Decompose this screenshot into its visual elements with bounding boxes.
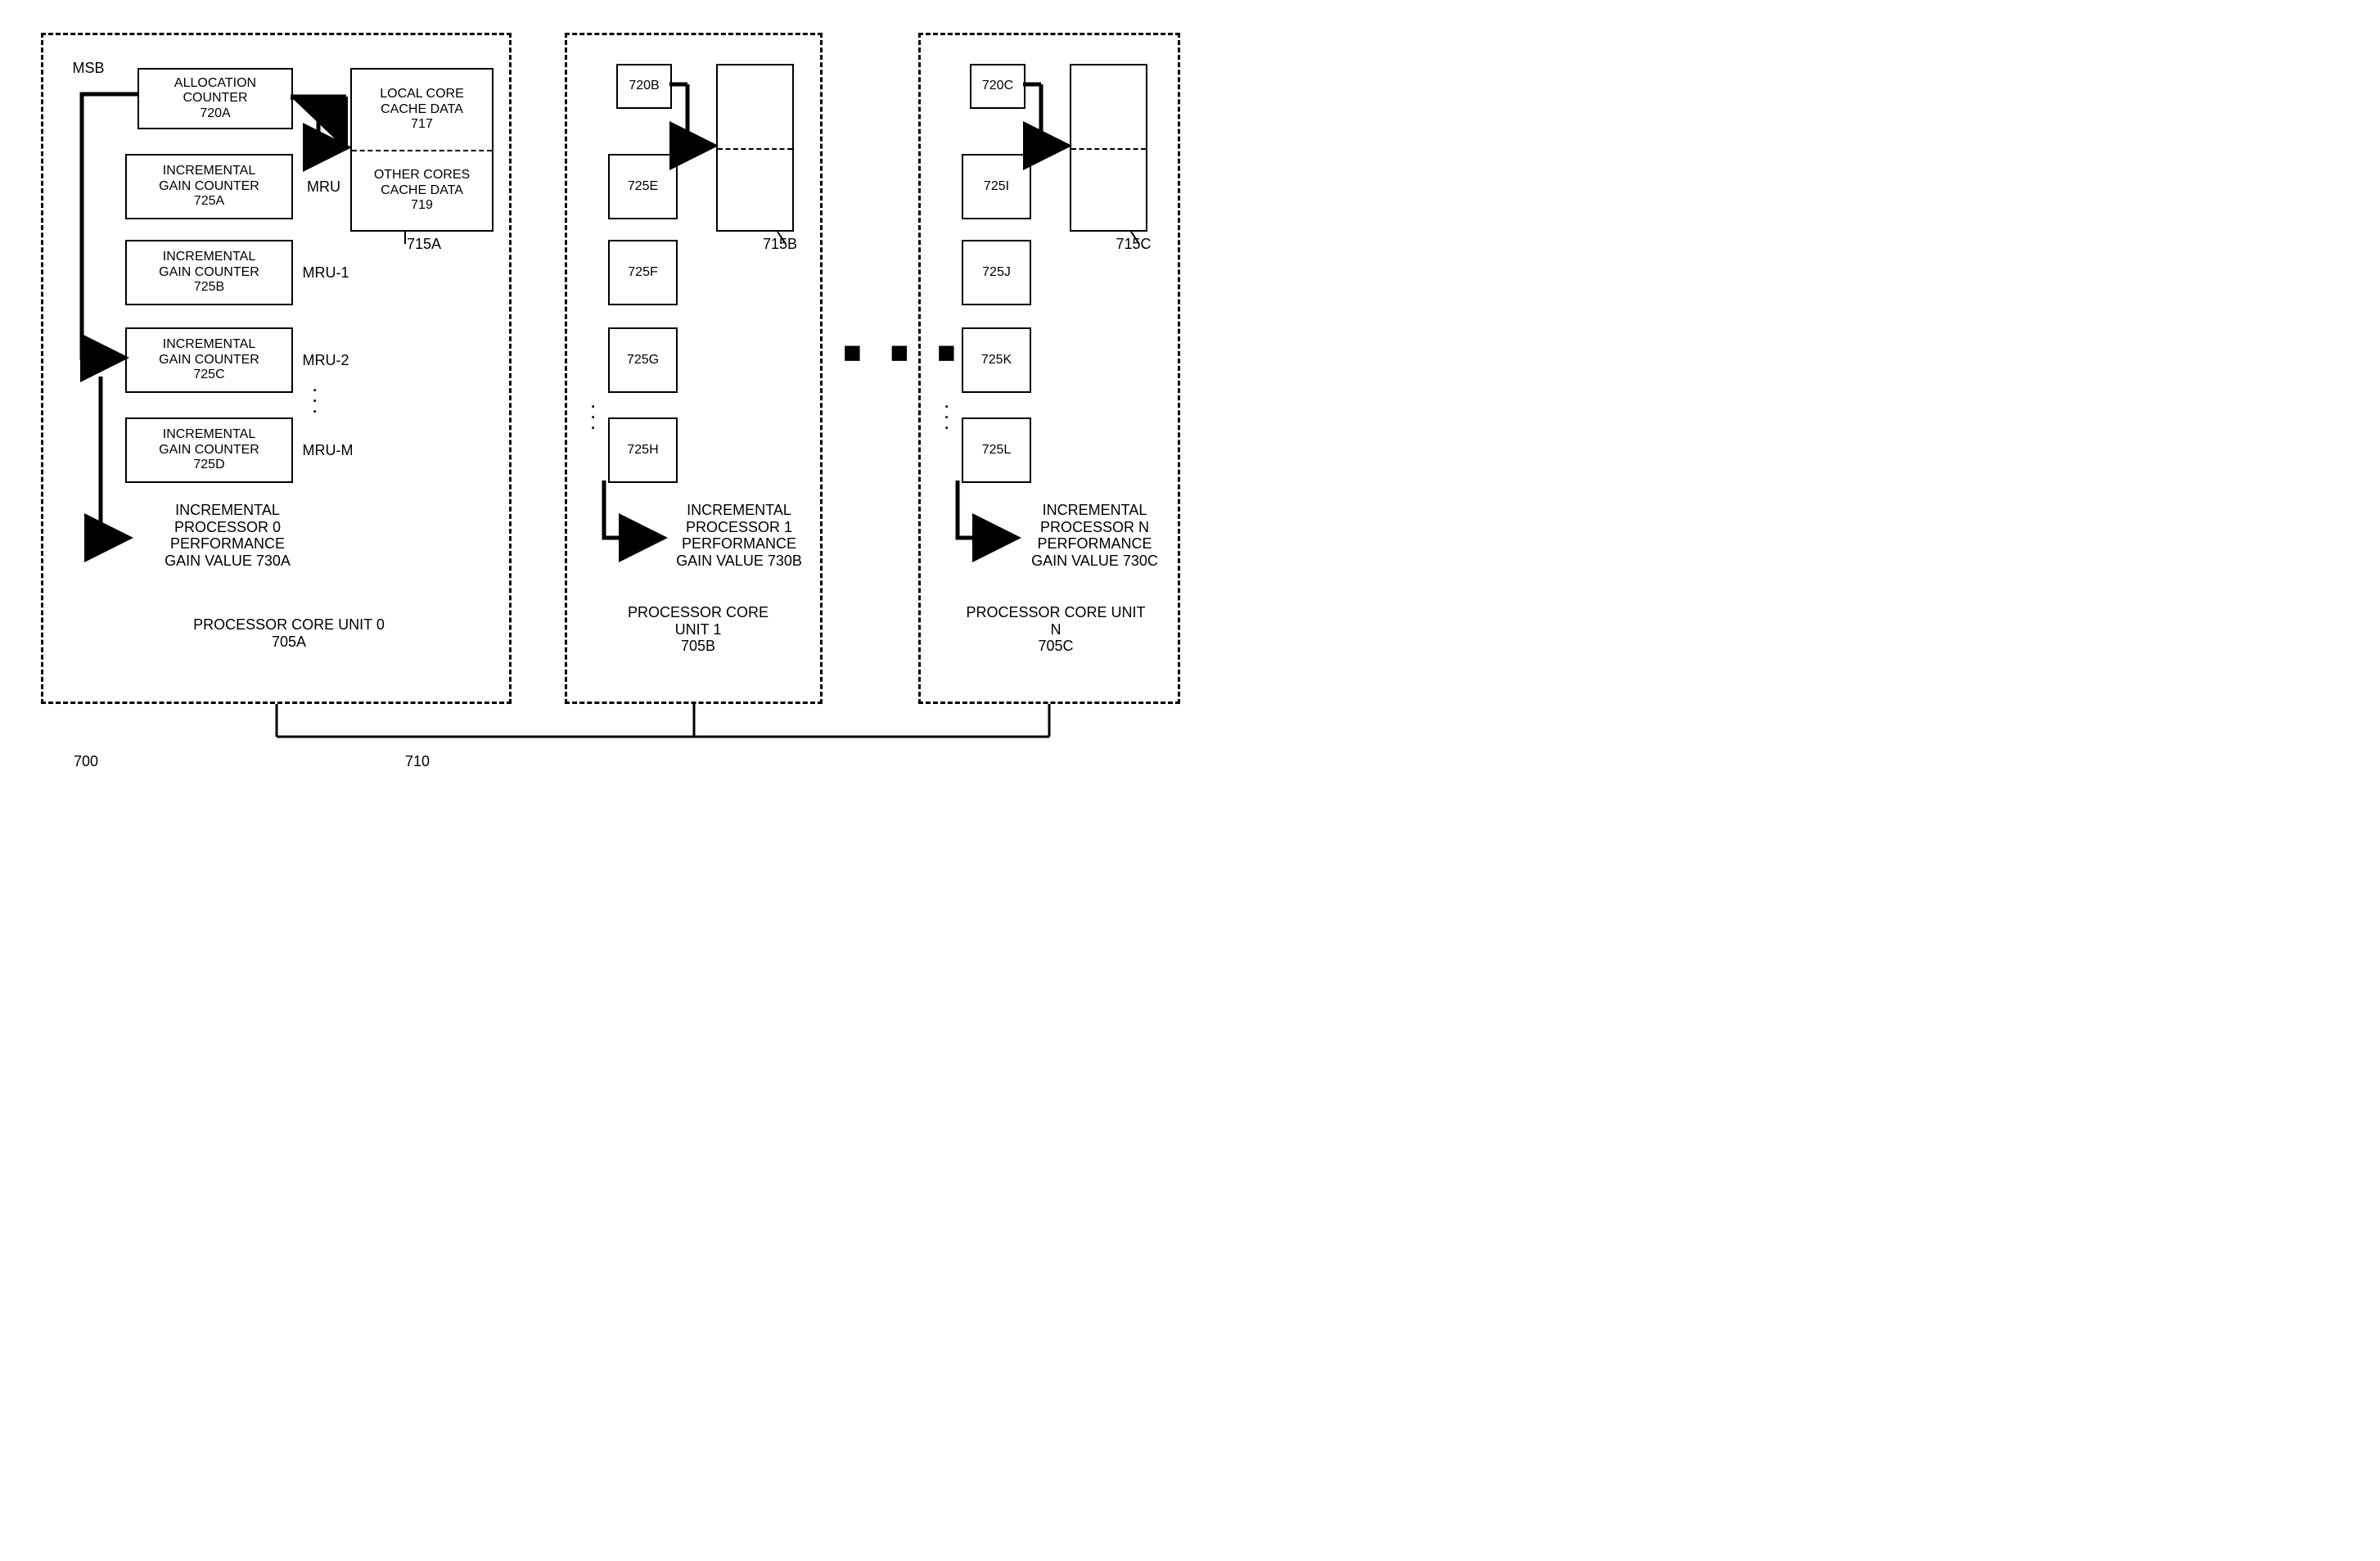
gain-value-text-1: INCREMENTAL PROCESSOR 1 PERFORMANCE GAIN… [661,502,817,570]
alloc-l1: ALLOCATION [139,76,291,91]
mru-label-b: MRU-1 [297,264,354,282]
vdots-icon-u1: . . . [590,395,596,427]
diagram-canvas: MSB ALLOCATION COUNTER 720A LOCAL CORE C… [16,16,1206,797]
mru-label-c: MRU-2 [297,352,354,369]
mru-label-a: MRU [301,178,346,196]
gvn-l1: INCREMENTAL [1015,502,1174,519]
u0-t2: 705A [166,634,412,651]
u1-g2: 725F [610,265,676,280]
ga-ref: 725A [127,194,291,209]
cache-local-ref: 717 [352,117,492,132]
unit0-title: PROCESSOR CORE UNIT 0 705A [166,616,412,650]
mru-label-d: MRU-M [297,442,358,459]
u1-g4: 725H [610,443,676,458]
allocation-counter-box: ALLOCATION COUNTER 720A [137,68,293,129]
un-g2: 725J [963,265,1030,280]
gv1-l1: INCREMENTAL [661,502,817,519]
gain-counter-725b: INCREMENTAL GAIN COUNTER 725B [125,240,293,305]
un-t3: 705C [958,638,1154,655]
msb-label: MSB [64,60,113,77]
gd-l1: INCREMENTAL [127,427,291,442]
alloc-ref: 720A [139,106,291,121]
gc-l2: GAIN COUNTER [127,353,291,368]
processor-core-unit-1: 720B 715B 725E 725F 725G 725H . . . INCR… [565,33,823,704]
d3: . [590,417,596,427]
alloc-720c: 720C [970,64,1025,109]
gv0-l3: PERFORMANCE [150,535,305,553]
ga-l1: INCREMENTAL [127,164,291,178]
un-t1: PROCESSOR CORE UNIT [958,604,1154,621]
gain-725e: 725E [608,154,678,219]
gc-l1: INCREMENTAL [127,337,291,352]
cache-box-715c [1070,64,1147,232]
un-g1: 725I [963,179,1030,194]
dot-3: . [312,400,318,411]
gvn-l2: PROCESSOR N [1015,519,1174,536]
gv0-l2: PROCESSOR 0 [150,519,305,536]
vdots-icon-un: . . . [944,395,949,427]
cache-ref-715a: 715A [395,236,453,253]
un-t2: N [958,621,1154,638]
gain-725j: 725J [962,240,1031,305]
u1-g1: 725E [610,179,676,194]
cache-other-l1: OTHER CORES [352,168,492,183]
gb-l1: INCREMENTAL [127,250,291,264]
gain-value-text-n: INCREMENTAL PROCESSOR N PERFORMANCE GAIN… [1015,502,1174,570]
cache-local-l1: LOCAL CORE [352,87,492,102]
u1-t2: UNIT 1 [616,621,780,638]
gain-725g: 725G [608,327,678,393]
processor-core-unit-0: MSB ALLOCATION COUNTER 720A LOCAL CORE C… [41,33,512,704]
gv1-l3: PERFORMANCE [661,535,817,553]
gain-725f: 725F [608,240,678,305]
gain-725k: 725K [962,327,1031,393]
alloc-l2: COUNTER [139,91,291,106]
u0-t1: PROCESSOR CORE UNIT 0 [166,616,412,634]
d3: . [944,417,949,427]
figure-number: 700 [61,753,110,770]
u1-alloc-ref: 720B [618,79,670,93]
gain-725h: 725H [608,417,678,483]
gain-counter-725d: INCREMENTAL GAIN COUNTER 725D [125,417,293,483]
gain-725l: 725L [962,417,1031,483]
vdots-icon: . . . [312,379,318,411]
gv1-l4: GAIN VALUE 730B [661,553,817,570]
cache-local-l2: CACHE DATA [352,102,492,117]
ga-l2: GAIN COUNTER [127,179,291,194]
gv0-l1: INCREMENTAL [150,502,305,519]
gd-ref: 725D [127,458,291,472]
gv1-l2: PROCESSOR 1 [661,519,817,536]
gain-725i: 725I [962,154,1031,219]
cache-other-ref: 719 [352,198,492,213]
gb-ref: 725B [127,280,291,295]
un-alloc-ref: 720C [971,79,1024,93]
cache-ref-715b: 715B [751,236,809,253]
processor-core-unit-n: 720C 715C 725I 725J 725K 725L . . . INCR… [918,33,1180,704]
bus-label-710: 710 [393,753,442,770]
gain-value-text-0: INCREMENTAL PROCESSOR 0 PERFORMANCE GAIN… [150,502,305,570]
gvn-l3: PERFORMANCE [1015,535,1174,553]
gv0-l4: GAIN VALUE 730A [150,553,305,570]
cache-other-l2: CACHE DATA [352,183,492,198]
u1-g3: 725G [610,353,676,368]
gb-l2: GAIN COUNTER [127,265,291,280]
cache-box: LOCAL CORE CACHE DATA 717 OTHER CORES CA… [350,68,494,232]
alloc-720b: 720B [616,64,672,109]
u1-t1: PROCESSOR CORE [616,604,780,621]
gc-ref: 725C [127,368,291,382]
un-g4: 725L [963,443,1030,458]
gvn-l4: GAIN VALUE 730C [1015,553,1174,570]
gain-counter-725c: INCREMENTAL GAIN COUNTER 725C [125,327,293,393]
un-g3: 725K [963,353,1030,368]
unitn-title: PROCESSOR CORE UNIT N 705C [958,604,1154,655]
gd-l2: GAIN COUNTER [127,443,291,458]
gain-counter-725a: INCREMENTAL GAIN COUNTER 725A [125,154,293,219]
cache-ref-715c: 715C [1105,236,1162,253]
cache-box-715b [716,64,794,232]
u1-t3: 705B [616,638,780,655]
unit1-title: PROCESSOR CORE UNIT 1 705B [616,604,780,655]
